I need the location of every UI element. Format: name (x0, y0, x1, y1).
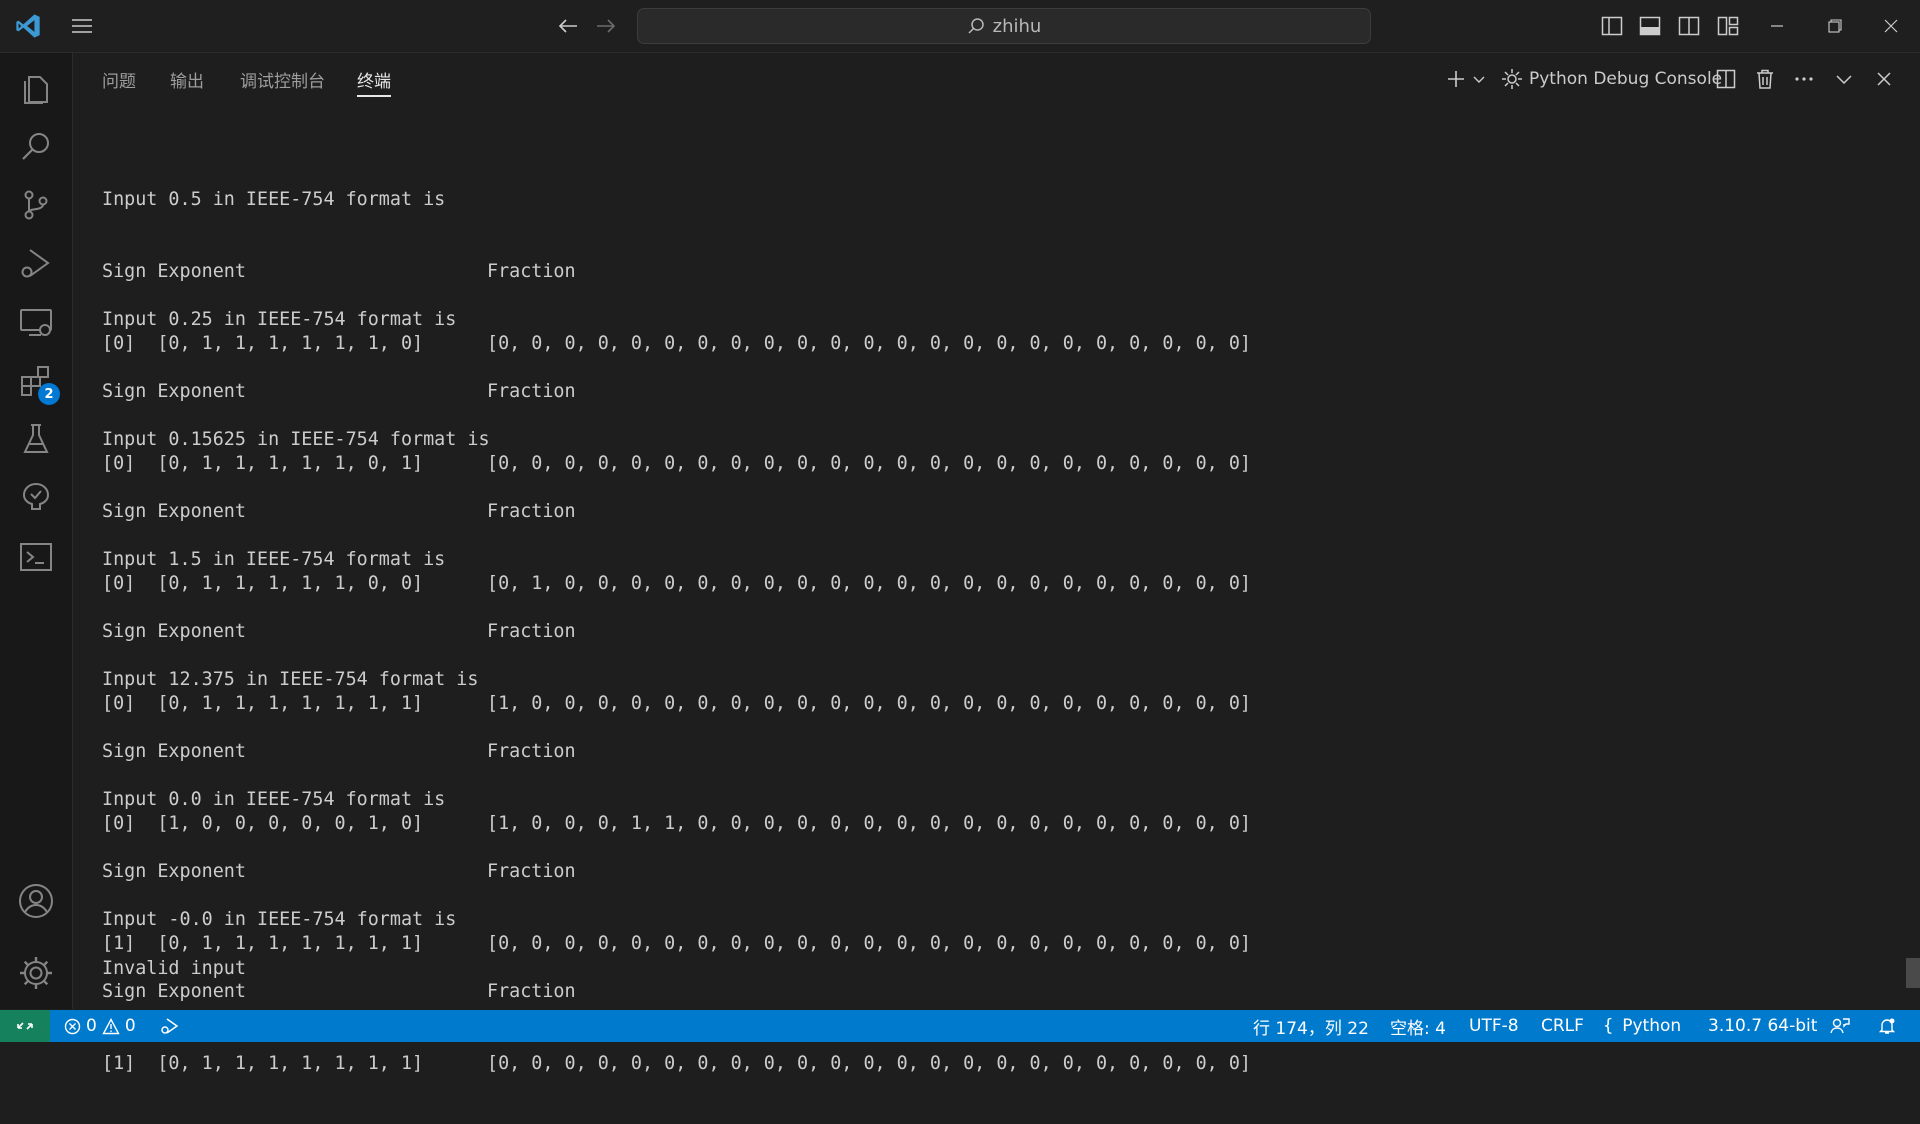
settings-gear-icon[interactable] (0, 943, 72, 1003)
accounts-icon[interactable] (0, 871, 72, 931)
back-arrow-icon[interactable] (552, 0, 584, 52)
block-title: Input 0.5 in IEEE-754 format is (102, 189, 446, 210)
terminal-view-icon[interactable] (0, 527, 72, 587)
source-control-icon[interactable] (0, 175, 72, 235)
block-title: Input 0.25 in IEEE-754 format is (102, 309, 457, 330)
explorer-icon[interactable] (0, 59, 72, 119)
language-label: Python (1622, 1016, 1682, 1036)
remote-explorer-icon[interactable] (0, 293, 72, 353)
eol-setting[interactable]: CRLF (1541, 1010, 1584, 1042)
block-title: Input 1.5 in IEEE-754 format is (102, 549, 446, 570)
toggle-panel-icon[interactable] (1634, 0, 1666, 52)
terminal-output[interactable]: Input 0.5 in IEEE-754 format is Sign Exp… (102, 140, 1902, 1074)
more-actions-icon[interactable] (1791, 63, 1817, 95)
close-panel-icon[interactable] (1871, 63, 1897, 95)
invalid-input-line: Invalid input (102, 958, 246, 979)
vscode-logo-icon (10, 0, 46, 52)
new-terminal-button[interactable] (1443, 63, 1469, 95)
block-title: Input 0.0 in IEEE-754 format is (102, 789, 446, 810)
feedback-icon[interactable] (1830, 1010, 1850, 1042)
status-bar: 0 0 行 174，列 22 空格: 4 UTF-8 CRLF { Python… (0, 1010, 1920, 1042)
toggle-primary-sidebar-icon[interactable] (1596, 0, 1628, 52)
block-values-fraction: [0, 0, 0, 0, 0, 0, 0, 0, 0, 0, 0, 0, 0, … (487, 1053, 1251, 1074)
python-interpreter[interactable]: 3.10.7 64-bit (1708, 1010, 1817, 1042)
title-bar: zhihu (0, 0, 1920, 53)
search-icon[interactable] (0, 117, 72, 177)
remote-icon (17, 1022, 33, 1030)
warning-icon (102, 1017, 120, 1034)
search-icon (968, 18, 984, 34)
close-window-icon[interactable] (1862, 0, 1920, 52)
block-header-fraction: Fraction (487, 981, 576, 1002)
terminal-instance-selector[interactable]: Python Debug Console (1501, 63, 1722, 95)
menu-icon[interactable] (64, 0, 100, 52)
command-center-search[interactable]: zhihu (637, 8, 1371, 44)
warning-count: 0 (124, 1016, 136, 1036)
block-title: Input -0.0 in IEEE-754 format is (102, 909, 457, 930)
maximize-panel-chevron-icon[interactable] (1831, 63, 1857, 95)
tab-output[interactable]: 输出 (170, 67, 204, 95)
remote-indicator[interactable] (0, 1010, 50, 1042)
kill-terminal-trash-icon[interactable] (1752, 63, 1778, 95)
encoding-setting[interactable]: UTF-8 (1469, 1010, 1519, 1042)
test-explorer-icon[interactable] (0, 467, 72, 527)
debug-status-icon[interactable] (160, 1010, 180, 1042)
indentation-setting[interactable]: 空格: 4 (1390, 1010, 1446, 1042)
search-text: zhihu (992, 15, 1042, 37)
tab-problems[interactable]: 问题 (102, 67, 136, 95)
block-title: Input 12.375 in IEEE-754 format is (102, 669, 479, 690)
extensions-badge: 2 (38, 383, 60, 405)
problems-indicator[interactable]: 0 0 (64, 1010, 136, 1042)
extensions-icon[interactable]: 2 (0, 351, 72, 411)
run-and-debug-icon[interactable] (0, 233, 72, 293)
tab-terminal[interactable]: 终端 (357, 67, 391, 97)
terminal-profile-dropdown[interactable] (1469, 63, 1489, 95)
minimize-window-icon[interactable] (1748, 0, 1806, 52)
output-block-6: Input -0.0 in IEEE-754 format is Sign Ex… (102, 860, 1251, 1124)
cursor-position[interactable]: 行 174，列 22 (1253, 1010, 1369, 1042)
debug-gear-icon (1502, 69, 1522, 89)
forward-arrow-icon[interactable] (590, 0, 622, 52)
tab-debug-console[interactable]: 调试控制台 (240, 67, 325, 95)
block-title: Input 0.15625 in IEEE-754 format is (102, 429, 490, 450)
language-mode[interactable]: { Python (1603, 1010, 1681, 1042)
error-count: 0 (86, 1016, 97, 1036)
toggle-secondary-sidebar-icon[interactable] (1673, 0, 1705, 52)
terminal-instance-name: Python Debug Console (1529, 69, 1723, 89)
testing-icon[interactable] (0, 409, 72, 469)
error-icon (64, 1018, 81, 1034)
activity-bar: 2 (0, 53, 73, 1009)
restore-window-icon[interactable] (1806, 0, 1864, 52)
chevron-down-icon (1473, 76, 1485, 83)
panel-header: 问题 输出 调试控制台 终端 Python Debug Console (73, 53, 1920, 105)
plus-icon (1448, 71, 1464, 87)
braces-icon: { (1603, 1016, 1614, 1036)
split-terminal-icon[interactable] (1713, 63, 1739, 95)
customize-layout-icon[interactable] (1712, 0, 1744, 52)
notifications-bell-icon[interactable] (1878, 1010, 1896, 1042)
block-values-sign-exponent: [1] [0, 1, 1, 1, 1, 1, 1, 1] (102, 1053, 424, 1074)
block-header-sign-exponent: Sign Exponent (102, 981, 246, 1002)
terminal-scrollbar-thumb[interactable] (1906, 958, 1920, 988)
